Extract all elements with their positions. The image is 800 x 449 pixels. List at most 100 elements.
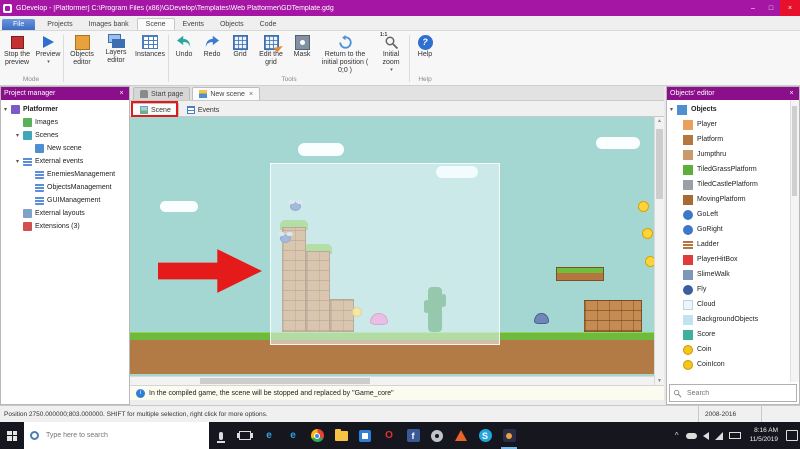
tree-item-extensions[interactable]: .Extensions (3) [1,220,129,233]
object-item-score[interactable]: Score [667,327,799,342]
tree-item-enemies-management[interactable]: .EnemiesManagement [1,168,129,181]
subtab-events[interactable]: Events [180,104,226,116]
slime-enemy-instance[interactable] [534,313,549,324]
scrollbar-thumb[interactable] [656,129,663,199]
object-item-fly[interactable]: Fly [667,282,799,297]
tree-item-external-layouts[interactable]: .External layouts [1,207,129,220]
taskbar-search-input[interactable] [44,431,209,440]
onedrive-cloud-icon[interactable] [685,432,697,439]
taskbar-search-box[interactable] [24,422,209,449]
object-item-goleft[interactable]: GoLeft [667,207,799,222]
objects-editor-button[interactable]: Objects editor [66,32,98,67]
panel-close-icon[interactable]: × [117,90,126,97]
tab-close-icon[interactable]: × [249,91,253,98]
tray-expand-icon[interactable]: ^ [671,431,683,440]
redo-button[interactable]: Redo [199,32,225,59]
coin-instance[interactable] [638,201,649,212]
scroll-up-icon[interactable]: ▲ [655,118,664,124]
skype-taskbar-button[interactable]: S [473,422,497,449]
tree-item-platformer[interactable]: ▾ Platformer [1,103,129,116]
mask-button[interactable]: Mask [289,32,315,59]
object-item-player[interactable]: Player [667,117,799,132]
tree-item-external-events[interactable]: ▾ External events [1,155,129,168]
microphone-button[interactable] [209,422,233,449]
coin-instance[interactable] [645,256,654,267]
gdevelop-taskbar-button[interactable] [497,422,521,449]
scroll-down-icon[interactable]: ▼ [655,378,664,384]
object-item-playerhitbox[interactable]: PlayerHitBox [667,252,799,267]
close-button[interactable]: × [780,0,800,16]
undo-button[interactable]: Undo [171,32,197,59]
object-item-jumpthru[interactable]: Jumpthru [667,147,799,162]
object-item-ladder[interactable]: Ladder [667,237,799,252]
facebook-taskbar-button[interactable]: f [401,422,425,449]
volume-icon[interactable] [702,431,709,440]
tree-item-objects-management[interactable]: .ObjectsManagement [1,181,129,194]
tab-file[interactable]: File [2,19,36,30]
tree-item-scenes[interactable]: ▾ Scenes [1,129,129,142]
vertical-scrollbar[interactable]: ▲ ▼ [654,117,664,385]
objects-list-scrollbar[interactable] [790,100,799,382]
tree-item-new-scene[interactable]: .New scene [1,142,129,155]
cloud-instance[interactable] [298,143,344,156]
edge-taskbar-button[interactable]: e [257,422,281,449]
help-button[interactable]: ? Help [412,32,438,59]
object-item-slimewalk[interactable]: SlimeWalk [667,267,799,282]
preview-button[interactable]: Preview ▾ [35,32,61,65]
objects-search-input[interactable] [685,388,793,398]
network-icon[interactable] [714,431,723,440]
objects-search-box[interactable] [669,384,797,402]
ground-dirt[interactable] [130,340,654,374]
tab-scene[interactable]: Scene [136,18,175,30]
scene-canvas[interactable] [130,117,654,376]
brick-platform-instance[interactable] [584,300,642,332]
object-item-coin[interactable]: Coin [667,342,799,357]
instances-button[interactable]: Instances [134,32,166,59]
scrollbar-thumb[interactable] [792,106,797,196]
object-item-tiledgrassplatform[interactable]: TiledGrassPlatform [667,162,799,177]
initial-zoom-button[interactable]: 1:1 Initial zoom ▾ [375,32,407,73]
tab-new-scene[interactable]: New scene × [192,87,261,100]
objects-root-folder[interactable]: ▾ Objects [667,102,799,117]
vlc-taskbar-button[interactable] [449,422,473,449]
object-item-movingplatform[interactable]: MovingPlatform [667,192,799,207]
chrome-taskbar-button[interactable] [305,422,329,449]
cloud-instance[interactable] [596,137,640,149]
tab-events[interactable]: Events [175,19,212,30]
taskbar-clock[interactable]: 8:16 AM 11/5/2019 [744,427,784,444]
grid-button[interactable]: Grid [227,32,253,59]
coin-instance[interactable] [642,228,653,239]
store-taskbar-button[interactable] [353,422,377,449]
start-button[interactable] [0,422,24,449]
object-item-tiledcastleplatform[interactable]: TiledCastlePlatform [667,177,799,192]
settings-taskbar-button[interactable] [425,422,449,449]
return-initial-position-button[interactable]: Return to the initial position ( 0;0 ) [317,32,373,75]
task-view-button[interactable] [233,422,257,449]
object-item-coinicon[interactable]: CoinIcon [667,357,799,372]
tree-item-images[interactable]: .Images [1,116,129,129]
battery-icon[interactable] [728,432,741,439]
tab-projects[interactable]: Projects [39,19,80,30]
horizontal-scrollbar[interactable] [130,376,654,385]
tab-code[interactable]: Code [252,19,285,30]
tab-objects[interactable]: Objects [212,19,252,30]
panel-close-icon[interactable]: × [787,90,796,97]
tree-item-gui-management[interactable]: .GUIManagement [1,194,129,207]
tab-start-page[interactable]: Start page [133,87,191,100]
opera-taskbar-button[interactable]: O [377,422,401,449]
tab-images-bank[interactable]: Images bank [81,19,137,30]
stop-preview-button[interactable]: Stop the preview [1,32,33,67]
grass-platform-instance[interactable] [556,267,604,281]
edit-grid-button[interactable]: Edit the grid [255,32,287,67]
cloud-instance[interactable] [160,201,198,212]
object-item-goright[interactable]: GoRight [667,222,799,237]
minimize-button[interactable]: – [744,0,762,16]
object-item-cloud[interactable]: Cloud [667,297,799,312]
object-item-backgroundobjects[interactable]: BackgroundObjects [667,312,799,327]
internet-explorer-taskbar-button[interactable]: e [281,422,305,449]
maximize-button[interactable]: □ [762,0,780,16]
object-item-platform[interactable]: Platform [667,132,799,147]
action-center-button[interactable] [784,422,800,449]
layers-editor-button[interactable]: Layers editor [100,32,132,65]
scrollbar-thumb[interactable] [200,378,370,384]
